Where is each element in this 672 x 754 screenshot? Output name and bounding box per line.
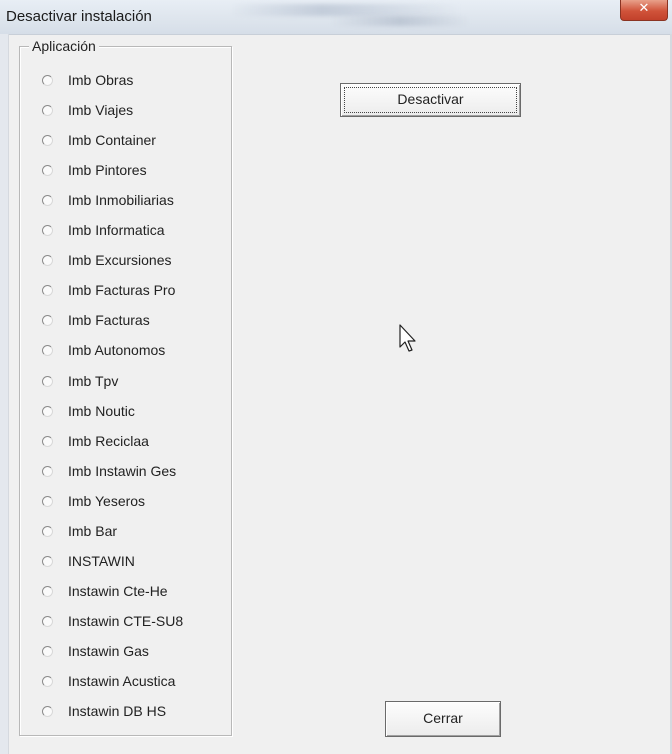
application-option[interactable]: Instawin CTE-SU8 — [42, 611, 227, 631]
radio-button-icon[interactable] — [42, 284, 53, 296]
application-option[interactable]: Imb Informatica — [42, 220, 227, 240]
application-option[interactable]: Imb Inmobiliarias — [42, 190, 227, 210]
application-option-label: Imb Pintores — [68, 162, 147, 178]
application-option-label: Instawin Cte-He — [68, 583, 168, 599]
application-option[interactable]: Imb Tpv — [42, 371, 227, 391]
application-option[interactable]: Imb Reciclaa — [42, 431, 227, 451]
radio-button-icon[interactable] — [42, 254, 53, 266]
application-option-label: Imb Facturas — [68, 312, 150, 328]
application-option[interactable]: INSTAWIN — [42, 551, 227, 571]
application-option-label: Imb Inmobiliarias — [68, 192, 174, 208]
window-title: Desactivar instalación — [6, 8, 152, 25]
mouse-pointer-icon — [399, 324, 416, 352]
application-option[interactable]: Imb Obras — [42, 70, 227, 90]
application-option[interactable]: Instawin Cte-He — [42, 581, 227, 601]
radio-button-icon[interactable] — [42, 555, 53, 567]
radio-button-icon[interactable] — [42, 344, 53, 356]
radio-button-icon[interactable] — [42, 645, 53, 657]
application-option-label: Imb Noutic — [68, 403, 135, 419]
deactivate-button[interactable]: Desactivar — [340, 83, 521, 117]
radio-button-icon[interactable] — [42, 134, 53, 146]
radio-button-icon[interactable] — [42, 435, 53, 447]
radio-button-icon[interactable] — [42, 675, 53, 687]
application-option-label: Imb Container — [68, 132, 156, 148]
application-option-label: Imb Tpv — [68, 373, 119, 389]
radio-button-icon[interactable] — [42, 375, 53, 387]
radio-button-icon[interactable] — [42, 495, 53, 507]
radio-button-icon[interactable] — [42, 104, 53, 116]
radio-button-icon[interactable] — [42, 465, 53, 477]
application-group-legend: Aplicación — [29, 38, 99, 54]
radio-button-icon[interactable] — [42, 74, 53, 86]
application-option[interactable]: Imb Instawin Ges — [42, 461, 227, 481]
application-option[interactable]: Imb Yeseros — [42, 491, 227, 511]
application-option-label: Imb Bar — [68, 523, 118, 539]
radio-button-icon[interactable] — [42, 224, 53, 236]
application-option-label: Imb Instawin Ges — [68, 463, 177, 479]
application-option[interactable]: Imb Noutic — [42, 401, 227, 421]
window-left-border — [0, 34, 9, 754]
application-option[interactable]: Imb Bar — [42, 521, 227, 541]
application-option[interactable]: Instawin DB HS — [42, 701, 227, 721]
application-option[interactable]: Imb Facturas Pro — [42, 280, 227, 300]
application-option-label: Imb Informatica — [68, 222, 165, 238]
close-button[interactable]: Cerrar — [385, 701, 501, 737]
application-option-label: Imb Reciclaa — [68, 433, 149, 449]
application-option-label: Imb Obras — [68, 72, 134, 88]
application-option-label: Instawin Gas — [68, 643, 149, 659]
application-option[interactable]: Imb Pintores — [42, 160, 227, 180]
close-icon: ✕ — [638, 1, 650, 16]
application-option[interactable]: Imb Container — [42, 130, 227, 150]
radio-button-icon[interactable] — [42, 194, 53, 206]
radio-button-icon[interactable] — [42, 525, 53, 537]
close-window-button[interactable]: ✕ — [620, 0, 668, 21]
radio-button-icon[interactable] — [42, 405, 53, 417]
application-option-label: INSTAWIN — [68, 553, 135, 569]
close-button-label: Cerrar — [423, 710, 463, 726]
application-option[interactable]: Imb Excursiones — [42, 250, 227, 270]
dialog-window: Desactivar instalación ✕ Aplicación Imb … — [0, 0, 672, 754]
application-option-label: Instawin Acustica — [68, 673, 176, 689]
titlebar-glass-reflection — [230, 4, 460, 16]
application-option[interactable]: Imb Facturas — [42, 310, 227, 330]
application-option-label: Imb Viajes — [68, 102, 134, 118]
radio-button-icon[interactable] — [42, 615, 53, 627]
application-option[interactable]: Imb Autonomos — [42, 340, 227, 360]
radio-button-icon[interactable] — [42, 314, 53, 326]
radio-button-icon[interactable] — [42, 164, 53, 176]
application-option[interactable]: Imb Viajes — [42, 100, 227, 120]
radio-button-icon[interactable] — [42, 585, 53, 597]
titlebar-glass-reflection — [330, 16, 470, 26]
application-option-label: Imb Autonomos — [68, 342, 166, 358]
application-option-label: Instawin DB HS — [68, 703, 167, 719]
application-option[interactable]: Instawin Acustica — [42, 671, 227, 691]
application-option[interactable]: Instawin Gas — [42, 641, 227, 661]
application-option-label: Imb Facturas Pro — [68, 282, 176, 298]
application-option-label: Imb Yeseros — [68, 493, 146, 509]
application-option-label: Instawin CTE-SU8 — [68, 613, 184, 629]
radio-button-icon[interactable] — [42, 705, 53, 717]
title-bar[interactable]: Desactivar instalación ✕ — [0, 0, 672, 35]
focus-rectangle — [344, 87, 517, 113]
application-option-label: Imb Excursiones — [68, 252, 172, 268]
